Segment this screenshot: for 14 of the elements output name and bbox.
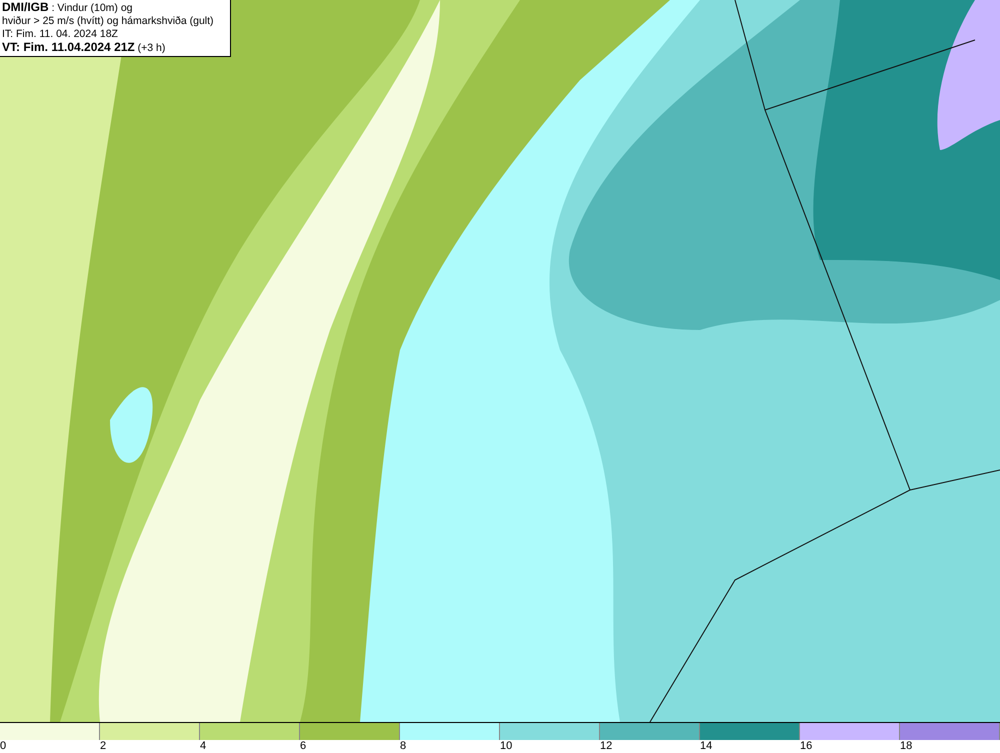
legend-label: 6 xyxy=(300,740,306,753)
legend-label: 0 xyxy=(0,740,6,753)
title-line: IT: Fim. 11. 04. 2024 18Z xyxy=(2,28,119,41)
legend-label: 14 xyxy=(700,740,712,753)
legend-label: 8 xyxy=(400,740,406,753)
legend-label: 2 xyxy=(100,740,106,753)
legend-label: 10 xyxy=(500,740,512,753)
title-line: VT: Fim. 11.04.2024 21Z (+3 h) xyxy=(2,41,166,55)
legend-label: 4 xyxy=(200,740,206,753)
legend-label: 12 xyxy=(600,740,612,753)
legend-label: 18 xyxy=(900,740,912,753)
title-line: DMI/IGB : Vindur (10m) og xyxy=(2,1,134,15)
title-line: hviður > 25 m/s (hvítt) og hámarkshviða (gult) xyxy=(2,15,215,28)
legend-label: 16 xyxy=(800,740,812,753)
